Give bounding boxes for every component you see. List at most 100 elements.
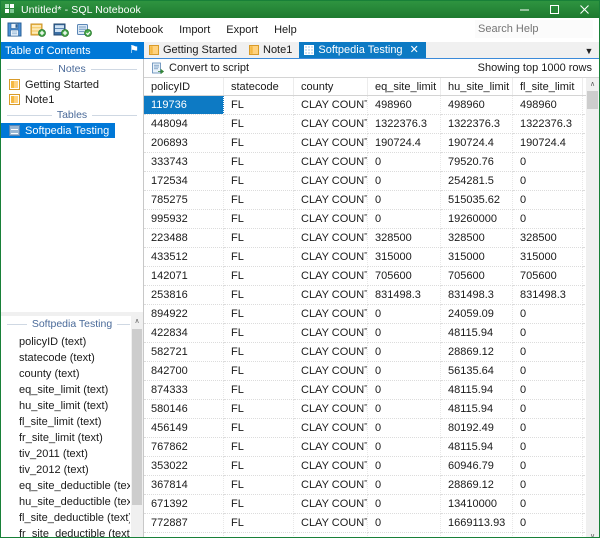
table-cell[interactable]: 0 — [367, 304, 441, 324]
table-cell[interactable]: 433512 — [144, 247, 224, 267]
table-row[interactable]: 422834FLCLAY COUNTY048115.9400 — [144, 323, 599, 343]
table-row[interactable]: 874333FLCLAY COUNTY048115.9400 — [144, 380, 599, 400]
field-panel-scrollbar[interactable]: ∧ ∨ — [130, 316, 143, 537]
table-cell[interactable]: 0 — [367, 475, 441, 495]
table-row[interactable]: 172534FLCLAY COUNTY0254281.50254281.5 — [144, 171, 599, 191]
menu-item-help[interactable]: Help — [266, 21, 305, 39]
close-icon[interactable]: ✕ — [410, 45, 419, 56]
table-row[interactable]: 119736FLCLAY COUNTY498960498960498960498… — [144, 95, 599, 115]
minimize-button[interactable] — [509, 1, 539, 18]
table-cell[interactable]: 772887 — [144, 513, 224, 533]
table-cell[interactable]: 206893 — [144, 133, 224, 153]
sidebar-item-note1[interactable]: Note1 — [1, 92, 143, 107]
table-cell[interactable]: 179562.23 — [440, 532, 513, 537]
list-item[interactable]: fr_site_deductible (text) — [1, 526, 143, 537]
table-cell[interactable]: FL — [223, 342, 294, 362]
column-header-hu-site-limit[interactable]: hu_site_limit — [440, 78, 513, 96]
table-cell[interactable]: 705600 — [440, 266, 513, 286]
scroll-up-icon[interactable]: ∧ — [131, 316, 143, 328]
table-cell[interactable]: 56135.64 — [440, 361, 513, 381]
table-cell[interactable]: 448094 — [144, 114, 224, 134]
table-cell[interactable]: FL — [223, 494, 294, 514]
table-cell[interactable]: FL — [223, 190, 294, 210]
table-row[interactable]: 671392FLCLAY COUNTY01341000000 — [144, 494, 599, 514]
table-cell[interactable]: 498960 — [512, 95, 583, 115]
table-row[interactable]: 894922FLCLAY COUNTY024059.0900 — [144, 304, 599, 324]
table-cell[interactable]: FL — [223, 361, 294, 381]
table-cell[interactable]: CLAY COUNTY — [293, 285, 368, 305]
table-cell[interactable]: CLAY COUNTY — [293, 475, 368, 495]
table-cell[interactable]: CLAY COUNTY — [293, 171, 368, 191]
table-cell[interactable]: 0 — [512, 323, 583, 343]
table-cell[interactable]: CLAY COUNTY — [293, 304, 368, 324]
table-cell[interactable]: FL — [223, 513, 294, 533]
table-cell[interactable]: 0 — [512, 190, 583, 210]
table-cell[interactable]: 0 — [367, 209, 441, 229]
table-cell[interactable]: 328500 — [367, 228, 441, 248]
table-cell[interactable]: FL — [223, 133, 294, 153]
table-cell[interactable]: 0 — [512, 532, 583, 537]
table-cell[interactable]: 0 — [512, 399, 583, 419]
table-cell[interactable]: FL — [223, 114, 294, 134]
table-cell[interactable]: 0 — [512, 361, 583, 381]
list-item[interactable]: fr_site_limit (text) — [1, 430, 143, 446]
table-cell[interactable]: FL — [223, 228, 294, 248]
table-cell[interactable]: 60946.79 — [440, 456, 513, 476]
table-row[interactable]: 995932FLCLAY COUNTY01926000000 — [144, 209, 599, 229]
table-cell[interactable]: 190724.4 — [367, 133, 441, 153]
table-cell[interactable]: FL — [223, 475, 294, 495]
table-cell[interactable]: CLAY COUNTY — [293, 418, 368, 438]
list-item[interactable]: tiv_2012 (text) — [1, 462, 143, 478]
table-cell[interactable]: 48115.94 — [440, 399, 513, 419]
table-cell[interactable]: 0 — [367, 418, 441, 438]
table-cell[interactable]: 0 — [367, 323, 441, 343]
table-cell[interactable]: 328500 — [440, 228, 513, 248]
table-cell[interactable]: 0 — [367, 437, 441, 457]
column-header-fl-site-limit[interactable]: fl_site_limit — [512, 78, 583, 96]
list-item[interactable]: eq_site_deductible (text) — [1, 478, 143, 494]
convert-to-script-button[interactable]: Convert to script — [149, 61, 252, 75]
table-cell[interactable]: FL — [223, 380, 294, 400]
table-row[interactable]: 433512FLCLAY COUNTY315000315000315000315… — [144, 247, 599, 267]
table-cell[interactable]: 0 — [512, 494, 583, 514]
table-cell[interactable]: FL — [223, 437, 294, 457]
table-row[interactable]: 456149FLCLAY COUNTY080192.4900 — [144, 418, 599, 438]
table-row[interactable]: 785275FLCLAY COUNTY0515035.6200 — [144, 190, 599, 210]
table-cell[interactable]: CLAY COUNTY — [293, 456, 368, 476]
table-cell[interactable]: 874333 — [144, 380, 224, 400]
table-row[interactable]: 142071FLCLAY COUNTY705600705600705600705… — [144, 266, 599, 286]
table-cell[interactable]: 831498.3 — [367, 285, 441, 305]
import-csv-icon[interactable] — [30, 22, 46, 37]
table-cell[interactable]: FL — [223, 266, 294, 286]
table-cell[interactable]: 1322376.3 — [440, 114, 513, 134]
table-cell[interactable]: 190724.4 — [512, 133, 583, 153]
table-cell[interactable]: 353022 — [144, 456, 224, 476]
table-row[interactable]: 767862FLCLAY COUNTY048115.9400 — [144, 437, 599, 457]
table-cell[interactable]: 831498.3 — [440, 285, 513, 305]
data-grid[interactable]: policyID statecode county eq_site_limit … — [144, 77, 599, 537]
table-row[interactable]: 206893FLCLAY COUNTY190724.4190724.419072… — [144, 133, 599, 153]
table-cell[interactable]: 1669113.93 — [440, 513, 513, 533]
list-item[interactable]: fl_site_deductible (text) — [1, 510, 143, 526]
table-row[interactable]: 582721FLCLAY COUNTY028869.1200 — [144, 342, 599, 362]
scrollbar-thumb[interactable] — [132, 329, 142, 505]
menu-item-export[interactable]: Export — [218, 21, 266, 39]
list-item[interactable]: county (text) — [1, 366, 143, 382]
table-cell[interactable]: CLAY COUNTY — [293, 494, 368, 514]
table-cell[interactable]: 254281.5 — [440, 171, 513, 191]
table-row[interactable]: 367814FLCLAY COUNTY028869.1200 — [144, 475, 599, 495]
table-cell[interactable]: CLAY COUNTY — [293, 133, 368, 153]
table-cell[interactable]: 333743 — [144, 152, 224, 172]
table-cell[interactable]: FL — [223, 532, 294, 537]
table-cell[interactable]: FL — [223, 152, 294, 172]
table-cell[interactable]: CLAY COUNTY — [293, 209, 368, 229]
table-cell[interactable]: 190724.4 — [440, 133, 513, 153]
table-cell[interactable]: 0 — [512, 209, 583, 229]
scrollbar-thumb[interactable] — [587, 91, 598, 109]
table-cell[interactable]: FL — [223, 171, 294, 191]
table-cell[interactable]: 172534 — [144, 171, 224, 191]
table-cell[interactable]: 0 — [367, 494, 441, 514]
table-cell[interactable]: 328500 — [512, 228, 583, 248]
column-header-county[interactable]: county — [293, 78, 368, 96]
table-cell[interactable]: FL — [223, 399, 294, 419]
